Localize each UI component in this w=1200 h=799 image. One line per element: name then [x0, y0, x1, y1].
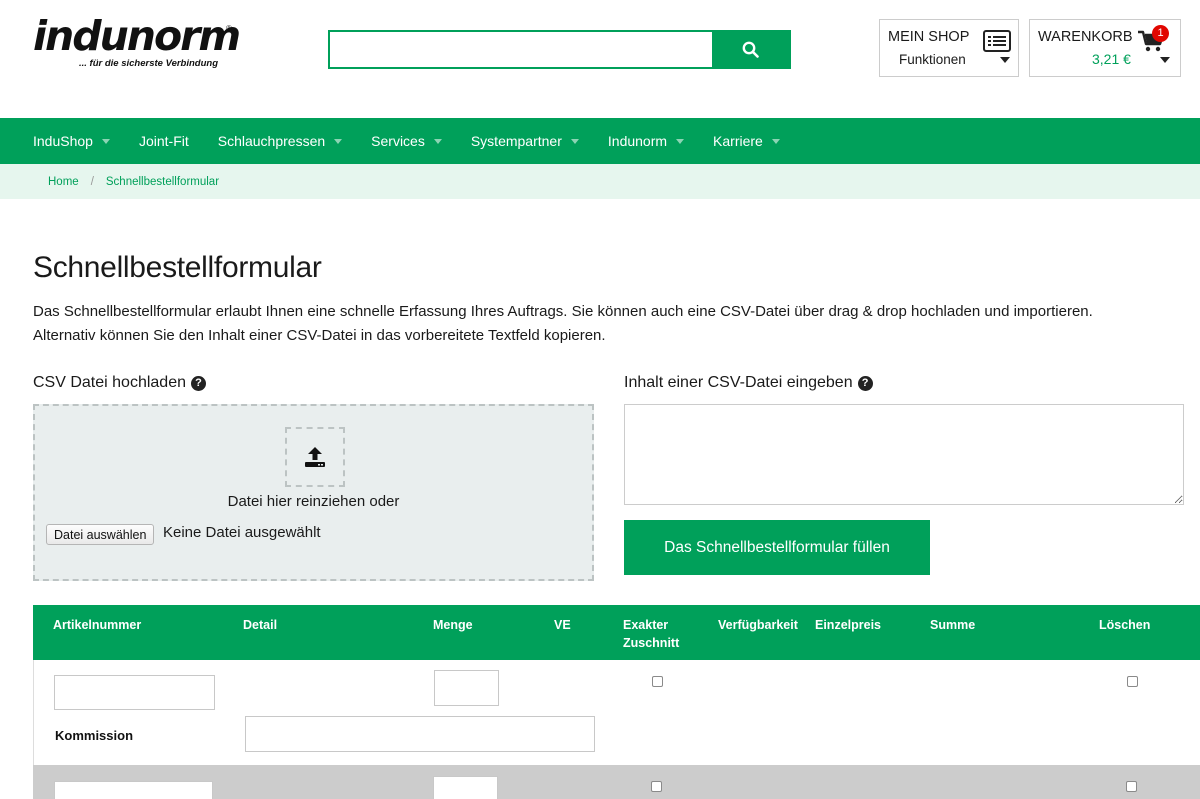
- article-number-input[interactable]: [54, 675, 215, 710]
- csv-upload-label: CSV Datei hochladen: [33, 374, 186, 391]
- upload-target[interactable]: [285, 427, 345, 487]
- logo-wordmark: indunorm: [33, 12, 241, 60]
- chevron-down-icon: [433, 138, 442, 144]
- search-input[interactable]: [330, 32, 712, 67]
- help-icon[interactable]: ?: [857, 375, 873, 391]
- delete-row-checkbox[interactable]: [1127, 676, 1138, 687]
- breadcrumb: Home / Schnellbestellformular: [0, 164, 1200, 199]
- nav-item-karriere[interactable]: Karriere: [713, 133, 780, 149]
- nav-item-label: Schlauchpressen: [217, 133, 326, 149]
- commission-input[interactable]: [245, 716, 595, 752]
- list-icon: [983, 30, 1011, 52]
- table-row: [33, 765, 1200, 799]
- search-icon: [742, 41, 759, 58]
- my-shop-subtitle: Funktionen: [899, 52, 966, 67]
- commission-label: Kommission: [55, 728, 134, 743]
- nav-item-indushop[interactable]: InduShop: [33, 133, 110, 149]
- column-header-delete: Löschen: [1099, 618, 1151, 632]
- nav-item-joint-fit[interactable]: Joint-Fit: [139, 133, 189, 149]
- csv-upload-heading: CSV Datei hochladen ?: [33, 374, 206, 392]
- search-button[interactable]: [712, 32, 789, 67]
- search-bar: [328, 30, 791, 69]
- nav-item-systempartner[interactable]: Systempartner: [471, 133, 579, 149]
- column-header-exact-cut-line2: Zuschnitt: [623, 636, 680, 650]
- nav-item-label: Joint-Fit: [138, 133, 189, 149]
- chevron-down-icon: [771, 138, 780, 144]
- chevron-down-icon: [101, 138, 110, 144]
- file-dropzone[interactable]: Datei hier reinziehen oder Datei auswähl…: [33, 404, 594, 581]
- csv-input-heading: Inhalt einer CSV-Datei eingeben ?: [624, 374, 873, 392]
- chevron-down-icon: [1160, 57, 1170, 63]
- exact-cut-checkbox[interactable]: [651, 781, 662, 792]
- fill-form-button[interactable]: Das Schnellbestellformular füllen: [624, 520, 930, 575]
- exact-cut-checkbox[interactable]: [652, 676, 663, 687]
- csv-input-label: Inhalt einer CSV-Datei eingeben: [624, 374, 853, 391]
- nav-item-schlauchpressen[interactable]: Schlauchpressen: [217, 133, 343, 149]
- my-shop-menu[interactable]: MEIN SHOP Funktionen: [879, 19, 1019, 77]
- help-icon[interactable]: ?: [190, 375, 206, 391]
- logo-registered-mark: ®: [226, 24, 232, 33]
- my-shop-title: MEIN SHOP: [888, 29, 970, 45]
- delete-row-checkbox[interactable]: [1126, 781, 1137, 792]
- column-header-availability: Verfügbarkeit: [718, 618, 798, 632]
- nav-item-label: Services: [371, 133, 425, 149]
- choose-file-button[interactable]: Datei auswählen: [46, 524, 155, 545]
- no-file-status: Keine Datei ausgewählt: [163, 524, 321, 541]
- column-header-unit-price: Einzelpreis: [815, 618, 881, 632]
- column-header-exact-cut-line1: Exakter: [623, 618, 669, 632]
- intro-text: Das Schnellbestellformular erlaubt Ihnen…: [33, 303, 1093, 344]
- column-header-ve: VE: [554, 618, 571, 632]
- column-header-article: Artikelnummer: [53, 618, 142, 632]
- indunorm-logo[interactable]: indunorm ® ... für die sicherste Verbind…: [33, 12, 241, 74]
- nav-item-label: Karriere: [713, 133, 763, 149]
- nav-item-services[interactable]: Services: [371, 133, 442, 149]
- breadcrumb-home-link[interactable]: Home: [48, 176, 79, 188]
- column-header-quantity: Menge: [433, 618, 473, 632]
- nav-item-indunorm[interactable]: Indunorm: [607, 133, 685, 149]
- table-row: Kommission: [33, 660, 1200, 765]
- main-navigation: InduShop Joint-Fit Schlauchpressen Servi…: [0, 118, 1200, 164]
- cart-menu[interactable]: WARENKORB 3,21 € 1: [1029, 19, 1181, 77]
- logo-tagline: ... für die sicherste Verbindung: [79, 58, 219, 69]
- column-header-exact-cut: Exakter Zuschnitt: [623, 616, 679, 652]
- column-header-detail: Detail: [243, 618, 278, 632]
- nav-item-label: Systempartner: [470, 133, 562, 149]
- article-number-input[interactable]: [54, 781, 213, 799]
- chevron-down-icon: [570, 138, 579, 144]
- csv-content-textarea[interactable]: [624, 404, 1184, 505]
- nav-item-label: Indunorm: [607, 133, 668, 149]
- site-header: indunorm ® ... für die sicherste Verbind…: [0, 0, 1200, 118]
- chevron-down-icon: [676, 138, 685, 144]
- cart-count-badge: 1: [1152, 25, 1169, 42]
- quick-order-table: Artikelnummer Detail Menge VE Exakter Zu…: [33, 605, 1200, 799]
- table-header: Artikelnummer Detail Menge VE Exakter Zu…: [33, 605, 1200, 660]
- breadcrumb-current: Schnellbestellformular: [105, 175, 220, 188]
- cart-title: WARENKORB: [1038, 29, 1133, 45]
- chevron-down-icon: [1000, 57, 1010, 63]
- chevron-down-icon: [334, 138, 343, 144]
- breadcrumb-separator: /: [90, 175, 94, 188]
- quantity-input[interactable]: [434, 670, 499, 706]
- column-header-sum: Summe: [930, 618, 976, 632]
- nav-item-label: InduShop: [33, 133, 93, 149]
- quantity-input[interactable]: [433, 776, 498, 799]
- cart-total: 3,21 €: [1092, 51, 1131, 67]
- upload-icon: [305, 447, 325, 467]
- drop-instruction: Datei hier reinziehen oder: [227, 493, 400, 510]
- page-title: Schnellbestellformular: [33, 251, 322, 284]
